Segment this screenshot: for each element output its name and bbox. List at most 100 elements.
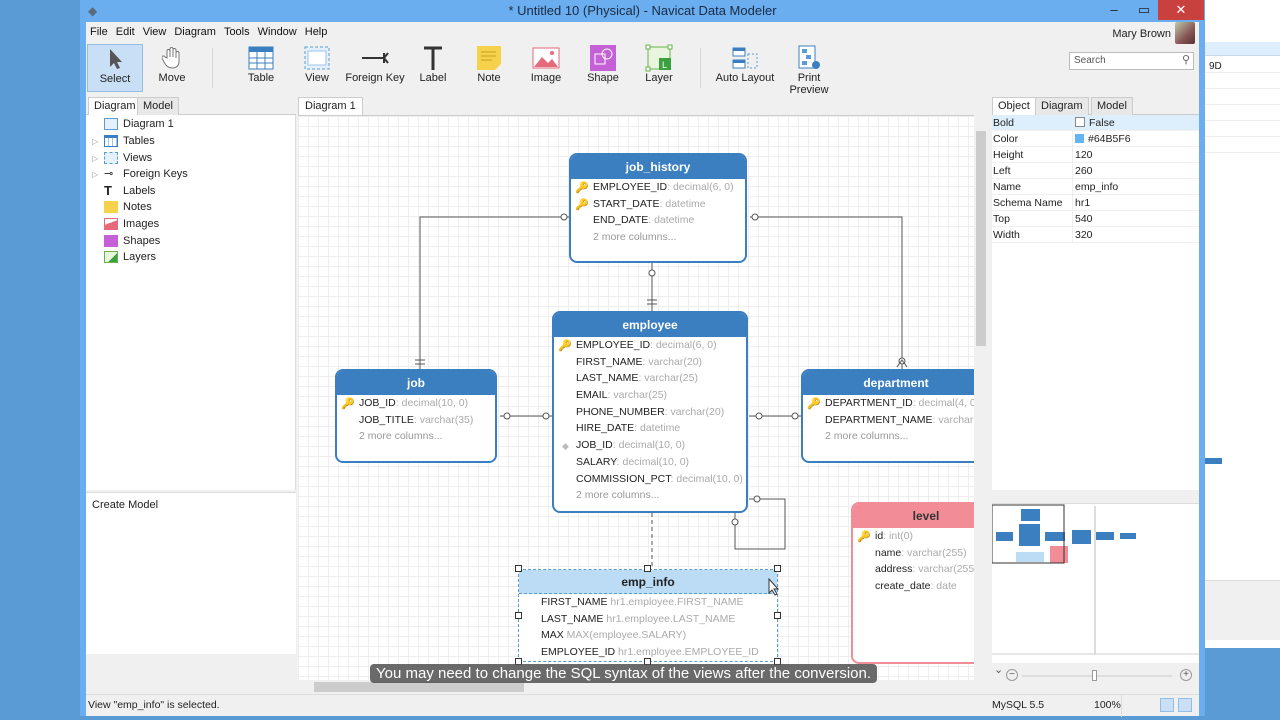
foreign-key-tool-button[interactable]: Foreign Key [344, 44, 406, 92]
avatar[interactable] [1175, 22, 1195, 44]
property-row[interactable]: Top 540 [992, 211, 1199, 227]
checkbox[interactable] [1075, 117, 1085, 127]
expand-arrow-icon[interactable]: ▷ [92, 154, 104, 163]
more-columns-link[interactable]: 2 more columns... [337, 428, 495, 445]
column-row[interactable]: HIRE_DATE: datetime [554, 420, 746, 437]
minimap[interactable] [991, 503, 1199, 663]
tree-item-foreign-keys[interactable]: ▷ ⊸ Foreign Keys [92, 166, 188, 182]
resize-handle[interactable] [774, 612, 781, 619]
column-row[interactable]: LAST_NAME: varchar(25) [554, 370, 746, 387]
more-columns-link[interactable]: 2 more columns... [554, 487, 746, 504]
entity-employee[interactable]: employee 🔑 EMPLOYEE_ID: decimal(6, 0) FIR… [552, 311, 748, 513]
print-preview-button[interactable]: Print Preview [778, 44, 840, 96]
menu-view[interactable]: View [139, 22, 171, 38]
resize-handle[interactable] [774, 565, 781, 572]
column-row[interactable]: 🔑 EMPLOYEE_ID: decimal(6, 0) [554, 337, 746, 354]
scroll-thumb[interactable] [976, 131, 986, 346]
tab-model-props[interactable]: Model [1091, 97, 1133, 115]
tab-model[interactable]: Model [137, 97, 179, 115]
column-row[interactable]: END_DATE: datetime [571, 212, 745, 229]
view-tool-button[interactable]: View [292, 44, 342, 92]
create-model-label[interactable]: Create Model [92, 499, 158, 511]
column-row[interactable]: LAST_NAME hr1.employee.LAST_NAME [519, 611, 777, 628]
tab-diagram-props[interactable]: Diagram [1035, 97, 1089, 115]
tab-diagram[interactable]: Diagram [88, 97, 142, 116]
property-row[interactable]: Color #64B5F6 [992, 131, 1199, 147]
minimize-button[interactable]: – [1100, 0, 1128, 20]
tree-item-labels[interactable]: T Labels [92, 183, 155, 199]
select-tool-button[interactable]: Select [87, 44, 143, 92]
tree-item-diagram-1[interactable]: Diagram 1 [92, 116, 174, 132]
tree-item-images[interactable]: Images [92, 216, 159, 232]
move-tool-button[interactable]: Move [146, 44, 198, 92]
menu-diagram[interactable]: Diagram [170, 22, 220, 38]
color-swatch[interactable] [1075, 134, 1084, 143]
column-row[interactable]: FIRST_NAME hr1.employee.FIRST_NAME [519, 594, 777, 611]
menu-window[interactable]: Window [254, 22, 301, 38]
zoom-slider[interactable] [1022, 675, 1172, 677]
menu-tools[interactable]: Tools [220, 22, 254, 38]
column-row[interactable]: PHONE_NUMBER: varchar(20) [554, 404, 746, 421]
tree-item-layers[interactable]: Layers [92, 249, 156, 265]
column-row[interactable]: MAX MAX(employee.SALARY) [519, 627, 777, 644]
layer-tool-button[interactable]: L Layer [634, 44, 684, 92]
column-row[interactable]: ◆ JOB_ID: decimal(10, 0) [554, 437, 746, 454]
zoom-in-icon[interactable]: + [1180, 669, 1192, 681]
view-emp-info[interactable]: emp_info FIRST_NAME hr1.employee.FIRST_N… [518, 569, 778, 662]
note-tool-button[interactable]: Note [464, 44, 514, 92]
column-row[interactable]: create_date: date [853, 578, 974, 595]
tree-item-views[interactable]: ▷ Views [92, 150, 152, 166]
entity-level[interactable]: level 🔑 id: int(0) name: varchar(255) add… [851, 502, 974, 664]
expand-arrow-icon[interactable]: ▷ [92, 137, 104, 146]
column-row[interactable]: COMMISSION_PCT: decimal(10, 0) [554, 471, 746, 488]
column-row[interactable]: DEPARTMENT_NAME: varchar(30) [803, 412, 974, 429]
column-row[interactable]: EMAIL: varchar(25) [554, 387, 746, 404]
label-tool-button[interactable]: Label [408, 44, 458, 92]
close-button[interactable]: ✕ [1158, 0, 1204, 20]
tab-object[interactable]: Object [992, 97, 1036, 116]
column-row[interactable]: address: varchar(255) [853, 561, 974, 578]
user-name[interactable]: Mary Brown [1112, 28, 1171, 40]
canvas-vertical-scrollbar[interactable] [974, 115, 988, 680]
more-columns-link[interactable]: 2 more columns... [571, 229, 745, 246]
scroll-down-icon[interactable]: ⌄ [994, 663, 1003, 676]
menu-file[interactable]: File [86, 22, 112, 38]
column-row[interactable]: JOB_TITLE: varchar(35) [337, 412, 495, 429]
table-tool-button[interactable]: Table [236, 44, 286, 92]
more-columns-link[interactable]: 2 more columns... [803, 428, 974, 445]
image-tool-button[interactable]: Image [521, 44, 571, 92]
tree-item-shapes[interactable]: Shapes [92, 233, 160, 249]
search-input[interactable]: Search ⚲ [1069, 52, 1194, 70]
diagram-canvas[interactable]: job_history 🔑 EMPLOYEE_ID: decimal(6, 0) … [298, 115, 974, 680]
expand-arrow-icon[interactable]: ▷ [92, 170, 104, 179]
scroll-thumb[interactable] [314, 682, 524, 692]
shape-tool-button[interactable]: Shape [578, 44, 628, 92]
column-row[interactable]: SALARY: decimal(10, 0) [554, 454, 746, 471]
column-row[interactable]: name: varchar(255) [853, 545, 974, 562]
menu-edit[interactable]: Edit [112, 22, 139, 38]
property-row[interactable]: Width 320 [992, 227, 1199, 243]
column-row[interactable]: 🔑 EMPLOYEE_ID: decimal(6, 0) [571, 179, 745, 196]
resize-handle[interactable] [515, 612, 522, 619]
tree-item-tables[interactable]: ▷ Tables [92, 133, 155, 149]
column-row[interactable]: 🔑 id: int(0) [853, 528, 974, 545]
tree-item-notes[interactable]: Notes [92, 199, 152, 215]
menu-help[interactable]: Help [301, 22, 332, 38]
column-row[interactable]: FIRST_NAME: varchar(20) [554, 354, 746, 371]
tab-diagram-1[interactable]: Diagram 1 [298, 97, 363, 115]
column-row[interactable]: 🔑 JOB_ID: decimal(10, 0) [337, 395, 495, 412]
property-row[interactable]: Left 260 [992, 163, 1199, 179]
property-row[interactable]: Height 120 [992, 147, 1199, 163]
entity-job[interactable]: job 🔑 JOB_ID: decimal(10, 0) JOB_TITLE: v… [335, 369, 497, 463]
property-row[interactable]: Bold False [992, 115, 1199, 131]
resize-handle[interactable] [515, 565, 522, 572]
property-row[interactable]: Schema Name hr1 [992, 195, 1199, 211]
zoom-out-icon[interactable]: − [1006, 669, 1018, 681]
panel-right-toggle-icon[interactable] [1178, 698, 1192, 712]
column-row[interactable]: 🔑 DEPARTMENT_ID: decimal(4, 0) [803, 395, 974, 412]
maximize-button[interactable]: ▭ [1130, 0, 1158, 20]
property-row[interactable]: Name emp_info [992, 179, 1199, 195]
column-row[interactable]: 🔑 START_DATE: datetime [571, 196, 745, 213]
entity-department[interactable]: department 🔑 DEPARTMENT_ID: decimal(4, 0)… [801, 369, 974, 463]
resize-handle[interactable] [644, 565, 651, 572]
